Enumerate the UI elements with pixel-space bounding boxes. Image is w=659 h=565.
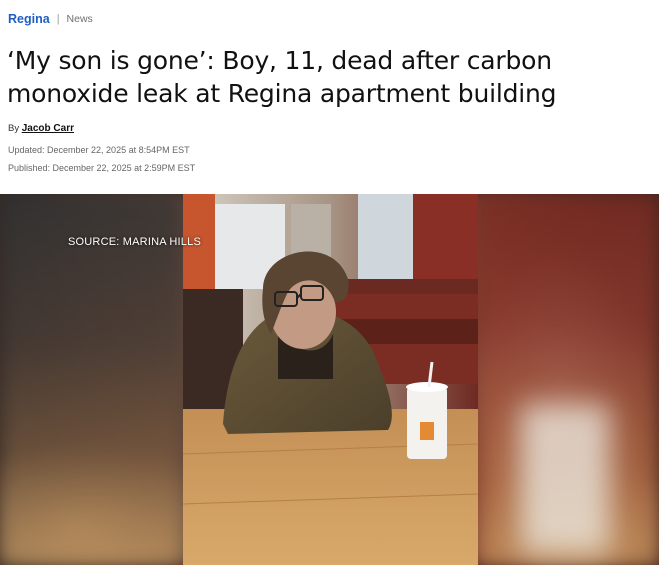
breadcrumb-section-link[interactable]: Regina: [8, 12, 50, 26]
breadcrumb-subsection[interactable]: News: [67, 13, 93, 25]
updated-timestamp: Updated: December 22, 2025 at 8:54PM EST: [8, 145, 190, 155]
byline-prefix: By: [8, 123, 20, 134]
blurred-cup-shape: [520, 404, 610, 554]
breadcrumb-separator: |: [56, 13, 60, 25]
breadcrumb: Regina | News: [8, 12, 93, 26]
author-link[interactable]: Jacob Carr: [22, 123, 74, 134]
byline: By Jacob Carr: [8, 123, 74, 134]
photo-main-image: [183, 194, 478, 565]
article-headline: ‘My son is gone’: Boy, 11, dead after ca…: [7, 46, 557, 108]
published-timestamp: Published: December 22, 2025 at 2:59PM E…: [8, 163, 196, 173]
article-photo[interactable]: SOURCE: MARINA HILLS: [0, 194, 659, 565]
photo-left-blur-panel: [0, 194, 183, 565]
photo-caption: SOURCE: MARINA HILLS: [68, 236, 201, 248]
